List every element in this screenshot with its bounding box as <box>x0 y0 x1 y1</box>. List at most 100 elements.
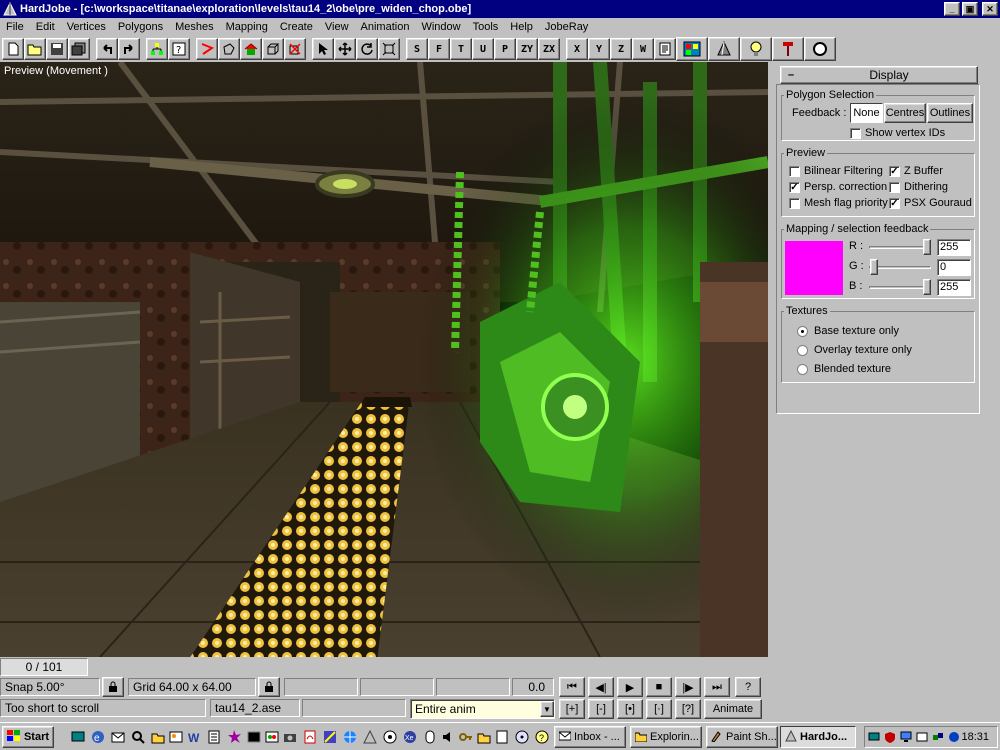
preview-viewport[interactable]: Preview (Movement ) <box>0 62 768 657</box>
grid-size-display[interactable]: Grid 64.00 x 64.00 <box>128 678 256 696</box>
menu-view[interactable]: View <box>319 18 355 36</box>
tray-antivirus-icon[interactable] <box>947 730 961 744</box>
dithering-checkbox[interactable]: Dithering <box>889 181 948 193</box>
snap-mode-zy-button[interactable]: ZY <box>516 38 538 60</box>
quicklaunch-pdf-icon[interactable] <box>302 729 318 745</box>
menu-help[interactable]: Help <box>504 18 539 36</box>
quicklaunch-help-icon[interactable]: ? <box>534 729 550 745</box>
menu-file[interactable]: File <box>0 18 30 36</box>
step-forward-icon[interactable]: |▶ <box>675 677 701 697</box>
base-texture-dot[interactable] <box>797 325 808 337</box>
snap-mode-s-button[interactable]: S <box>406 38 428 60</box>
r-slider-thumb[interactable] <box>923 239 931 255</box>
tools-hammer-tab-icon[interactable] <box>772 37 804 61</box>
chevron-down-icon[interactable]: ▼ <box>540 701 554 717</box>
redo-icon[interactable] <box>118 38 140 60</box>
persp-correction-box[interactable]: ✓ <box>789 181 800 193</box>
animate-button[interactable]: Animate <box>704 699 762 719</box>
quicklaunch-folder-icon[interactable] <box>476 729 492 745</box>
key-query-icon[interactable]: [?] <box>675 699 701 719</box>
tray-connection-icon[interactable] <box>931 730 945 744</box>
bilinear-filtering-checkbox[interactable]: Bilinear Filtering <box>789 165 883 177</box>
task-paint-shop[interactable]: Paint Sh... <box>706 726 778 748</box>
move-icon[interactable] <box>334 38 356 60</box>
shading-cone-tab-icon[interactable] <box>708 37 740 61</box>
quicklaunch-media-icon[interactable] <box>382 729 398 745</box>
quicklaunch-doc-icon[interactable] <box>494 729 510 745</box>
texture-palette-tab-icon[interactable] <box>676 37 708 61</box>
quicklaunch-search-icon[interactable] <box>130 729 146 745</box>
hardjobe-app-icon[interactable] <box>3 1 17 16</box>
blended-texture-radio[interactable]: Blended texture <box>797 363 891 375</box>
quicklaunch-browser-icon[interactable]: e <box>90 729 106 745</box>
show-vertex-ids-checkbox[interactable]: Show vertex IDs <box>850 127 945 139</box>
quicklaunch-volume-icon[interactable] <box>440 729 456 745</box>
step-back-icon[interactable]: ◀| <box>588 677 614 697</box>
save-all-icon[interactable] <box>68 38 90 60</box>
feedback-color-swatch[interactable] <box>785 241 843 295</box>
create-polygon-icon[interactable] <box>218 38 240 60</box>
display-sphere-tab-icon[interactable] <box>804 37 836 61</box>
b-slider-thumb[interactable] <box>923 279 931 295</box>
blended-texture-dot[interactable] <box>797 363 808 375</box>
task-hardjobe[interactable]: HardJo... <box>780 726 856 748</box>
feedback-none-button[interactable]: None <box>850 103 883 123</box>
overlay-texture-radio[interactable]: Overlay texture only <box>797 344 912 356</box>
bilinear-filtering-box[interactable] <box>789 165 800 177</box>
go-to-start-icon[interactable]: ⏮ <box>559 677 585 697</box>
lighting-bulb-tab-icon[interactable] <box>740 37 772 61</box>
quicklaunch-camera-icon[interactable] <box>282 729 298 745</box>
dithering-box[interactable] <box>889 181 900 193</box>
quicklaunch-terminal-icon[interactable] <box>246 729 262 745</box>
tray-monitor-icon[interactable] <box>899 730 913 744</box>
minimize-button[interactable]: _ <box>944 2 960 16</box>
snap-mode-zx-button[interactable]: ZX <box>538 38 560 60</box>
quicklaunch-mouse-icon[interactable] <box>422 729 438 745</box>
stop-icon[interactable]: ■ <box>646 677 672 697</box>
display-panel-header[interactable]: – Display <box>780 66 978 84</box>
tray-network-icon[interactable] <box>867 730 881 744</box>
feedback-outlines-button[interactable]: Outlines <box>927 103 973 123</box>
menu-window[interactable]: Window <box>415 18 466 36</box>
hierarchy-icon[interactable] <box>146 38 168 60</box>
start-button[interactable]: Start <box>2 726 54 748</box>
task-inbox[interactable]: Inbox - ... <box>554 726 626 748</box>
quicklaunch-cd-icon[interactable] <box>514 729 530 745</box>
psx-gouraud-checkbox[interactable]: ✓ PSX Gouraud <box>889 197 972 209</box>
menu-create[interactable]: Create <box>274 18 319 36</box>
mesh-flag-priority-checkbox[interactable]: Mesh flag priority <box>789 197 888 209</box>
animation-range-select[interactable]: Entire anim ▼ <box>410 699 555 719</box>
menu-meshes[interactable]: Meshes <box>169 18 220 36</box>
rotate-icon[interactable] <box>356 38 378 60</box>
save-disk-icon[interactable] <box>46 38 68 60</box>
psx-gouraud-box[interactable]: ✓ <box>889 197 900 209</box>
menu-polygons[interactable]: Polygons <box>112 18 169 36</box>
axis-z-button[interactable]: Z <box>610 38 632 60</box>
mesh-flag-priority-box[interactable] <box>789 197 800 209</box>
create-house-icon[interactable] <box>240 38 262 60</box>
menu-vertices[interactable]: Vertices <box>61 18 112 36</box>
snap-angle-display[interactable]: Snap 5.00° <box>0 678 100 696</box>
tray-shield-icon[interactable] <box>883 730 897 744</box>
base-texture-radio[interactable]: Base texture only <box>797 325 899 337</box>
snap-mode-t-button[interactable]: T <box>450 38 472 60</box>
axis-y-button[interactable]: Y <box>588 38 610 60</box>
quicklaunch-studio-icon[interactable] <box>322 729 338 745</box>
quicklaunch-key-icon[interactable] <box>458 729 474 745</box>
b-value-input[interactable]: 255 <box>937 279 971 296</box>
quicklaunch-outlook-icon[interactable] <box>110 729 126 745</box>
menu-edit[interactable]: Edit <box>30 18 61 36</box>
r-value-input[interactable]: 255 <box>937 239 971 256</box>
undo-icon[interactable] <box>96 38 118 60</box>
axis-x-button[interactable]: X <box>566 38 588 60</box>
b-slider-track[interactable] <box>869 286 931 289</box>
axis-w-button[interactable]: W <box>632 38 654 60</box>
help-button[interactable]: ? <box>735 677 761 697</box>
quicklaunch-explorer-icon[interactable] <box>150 729 166 745</box>
delete-mesh-icon[interactable] <box>284 38 306 60</box>
go-to-end-icon[interactable]: ⏭ <box>704 677 730 697</box>
g-slider-thumb[interactable] <box>870 259 878 275</box>
snap-mode-u-button[interactable]: U <box>472 38 494 60</box>
quicklaunch-desktop-icon[interactable] <box>70 729 86 745</box>
close-button[interactable]: ✕ <box>982 2 998 16</box>
